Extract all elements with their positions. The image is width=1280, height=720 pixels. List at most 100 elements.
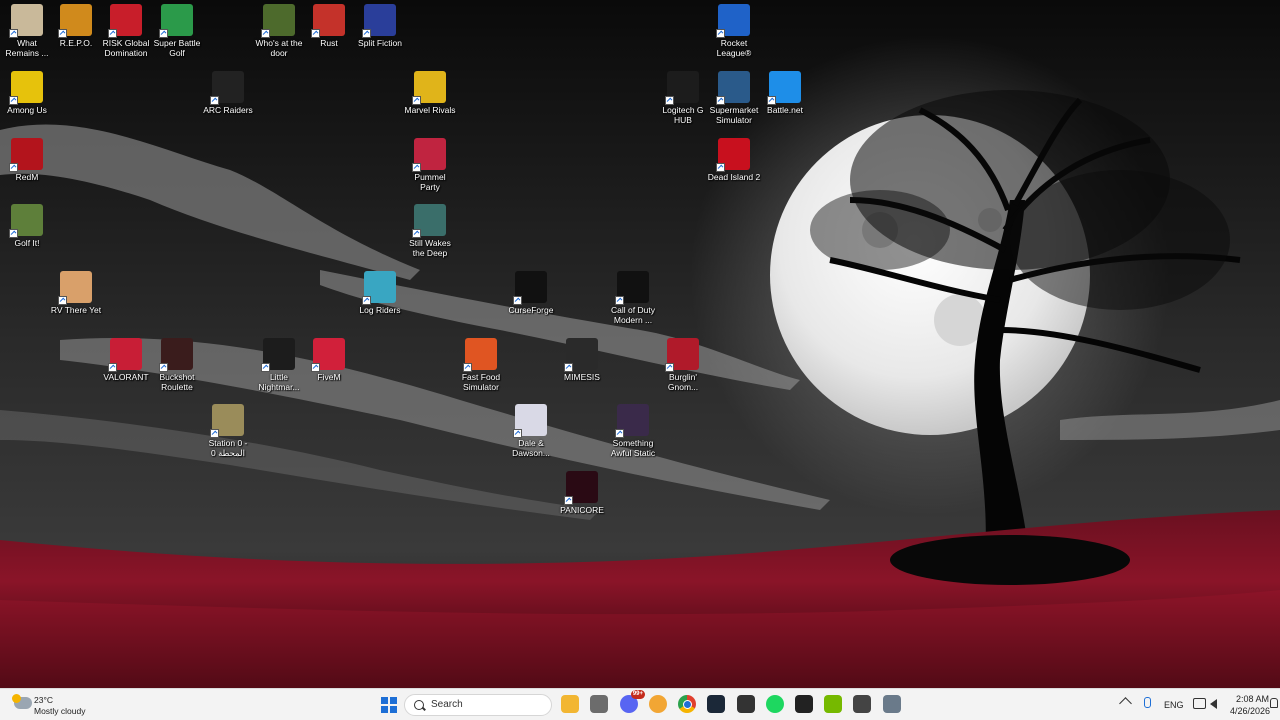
desktop-icon-golf-it[interactable]: Golf It!	[0, 204, 54, 248]
notification-bell-icon[interactable]	[1270, 698, 1278, 708]
desktop-icon-panicore[interactable]: PANICORE	[555, 471, 609, 515]
taskbar-game-app-icon[interactable]	[795, 695, 813, 713]
windows-logo-icon	[381, 697, 397, 713]
desktop-icon-little-nightmares[interactable]: Little Nightmar...	[252, 338, 306, 392]
what-remains-icon	[9, 4, 43, 38]
shortcut-arrow-icon	[615, 296, 624, 305]
shortcut-arrow-icon	[159, 363, 168, 372]
mimesis-icon	[564, 338, 598, 372]
desktop-icon-label: Split Fiction	[358, 38, 402, 48]
desktop-icon-curseforge[interactable]: CurseForge	[504, 271, 558, 315]
shortcut-arrow-icon	[108, 29, 117, 38]
shortcut-arrow-icon	[9, 229, 18, 238]
panicore-icon	[564, 471, 598, 505]
desktop-icon-redm[interactable]: RedM	[0, 138, 54, 182]
desktop-icon-cod[interactable]: Call of Duty Modern ...	[606, 271, 660, 325]
weather-temp: 23°C	[34, 695, 53, 705]
desktop-icon-station-0[interactable]: Station 0 - المحطة 0	[201, 404, 255, 458]
taskbar-chrome-icon[interactable]	[674, 691, 698, 715]
desktop-icon-label: Marvel Rivals	[404, 105, 456, 115]
taskbar-discord-icon[interactable]: 99+	[620, 690, 645, 713]
desktop-icon-rocket-league[interactable]: Rocket League®	[707, 4, 761, 58]
desktop-icon-label: Dale & Dawson...	[512, 438, 550, 458]
fast-food-icon	[463, 338, 497, 372]
valorant-icon	[108, 338, 142, 372]
taskbar-file-explorer-icon[interactable]	[561, 695, 579, 713]
desktop-icon-something-awful[interactable]: Something Awful Static	[606, 404, 660, 458]
desktop-icon-supermarket[interactable]: Supermarket Simulator	[707, 71, 761, 125]
desktop-icon-battlenet[interactable]: Battle.net	[758, 71, 812, 115]
desktop-icon-label: Rocket League®	[716, 38, 752, 58]
shortcut-arrow-icon	[463, 363, 472, 372]
desktop-icon-label: Station 0 - المحطة 0	[208, 438, 248, 458]
cod-icon	[615, 271, 649, 305]
shortcut-arrow-icon	[311, 29, 320, 38]
taskbar-search[interactable]: Search	[404, 694, 552, 716]
clock-date[interactable]: 4/26/2026	[1230, 706, 1270, 716]
weather-widget[interactable]: 23°C Mostly cloudy	[12, 692, 122, 718]
shortcut-arrow-icon	[210, 429, 219, 438]
still-wakes-icon	[412, 204, 446, 238]
language-indicator[interactable]: ENG	[1164, 700, 1184, 710]
desktop-icon-dead-island[interactable]: Dead Island 2	[707, 138, 761, 182]
taskbar-spotify-icon[interactable]	[766, 695, 784, 713]
desktop-icon-split-fiction[interactable]: Split Fiction	[353, 4, 407, 48]
rust-icon	[311, 4, 345, 38]
dale-dawson-icon	[513, 404, 547, 438]
desktop-icon-label: Battle.net	[767, 105, 803, 115]
desktop-icon-super-battle-golf[interactable]: Super Battle Golf	[150, 4, 204, 58]
station-0-icon	[210, 404, 244, 438]
desktop-icon-among-us[interactable]: Among Us	[0, 71, 54, 115]
shortcut-arrow-icon	[665, 96, 674, 105]
shortcut-arrow-icon	[615, 429, 624, 438]
taskbar-recorder-icon[interactable]	[853, 695, 871, 713]
desktop-icon-label: CurseForge	[508, 305, 554, 315]
desktop-icon-fast-food[interactable]: Fast Food Simulator	[454, 338, 508, 392]
desktop-icon-pummel-party[interactable]: Pummel Party	[403, 138, 457, 192]
supermarket-icon	[716, 71, 750, 105]
desktop-icon-dale-dawson[interactable]: Dale & Dawson...	[504, 404, 558, 458]
desktop-icon-label: Pummel Party	[414, 172, 446, 192]
shortcut-arrow-icon	[716, 96, 725, 105]
taskbar-discord-ptb-icon[interactable]	[649, 695, 667, 713]
shortcut-arrow-icon	[9, 29, 18, 38]
shortcut-arrow-icon	[665, 363, 674, 372]
desktop-icon-mimesis[interactable]: MIMESIS	[555, 338, 609, 382]
taskbar-settings-gear-icon[interactable]	[737, 695, 755, 713]
desktop-icon-marvel-rivals[interactable]: Marvel Rivals	[403, 71, 457, 115]
desktop-icon-label: MIMESIS	[564, 372, 600, 382]
desktop-icon-log-riders[interactable]: Log Riders	[353, 271, 407, 315]
show-hidden-icons-button[interactable]	[1119, 697, 1132, 710]
taskbar-steam-icon[interactable]	[707, 695, 725, 713]
taskbar-microsoft-store-icon[interactable]	[590, 695, 608, 713]
network-icon[interactable]	[1193, 698, 1206, 709]
desktop-icon-fivem[interactable]: FiveM	[302, 338, 356, 382]
desktop-icon-buckshot[interactable]: Buckshot Roulette	[150, 338, 204, 392]
desktop-icon-still-wakes[interactable]: Still Wakes the Deep	[403, 204, 457, 258]
taskbar-nvidia-icon[interactable]	[824, 695, 842, 713]
desktop-icon-label: Fast Food Simulator	[461, 372, 501, 392]
log-riders-icon	[362, 271, 396, 305]
shortcut-arrow-icon	[311, 363, 320, 372]
shortcut-arrow-icon	[9, 163, 18, 172]
repo-icon	[58, 4, 92, 38]
shortcut-arrow-icon	[210, 96, 219, 105]
taskbar-system-settings-icon[interactable]	[883, 695, 901, 713]
desktop-icon-label: Among Us	[7, 105, 47, 115]
volume-icon[interactable]	[1210, 699, 1217, 709]
shortcut-arrow-icon	[412, 96, 421, 105]
shortcut-arrow-icon	[108, 363, 117, 372]
desktop-icon-rv-there-yet[interactable]: RV There Yet	[49, 271, 103, 315]
burglin-icon	[665, 338, 699, 372]
microphone-icon[interactable]	[1144, 697, 1151, 708]
desktop-icon-what-remains[interactable]: What Remains ...	[0, 4, 54, 58]
desktop-icon-arc-raiders[interactable]: ARC Raiders	[201, 71, 255, 115]
rv-there-yet-icon	[58, 271, 92, 305]
desktop-icon-burglin[interactable]: Burglin' Gnom...	[656, 338, 710, 392]
desktop-icon-whos-at-the-door[interactable]: Who's at the door	[252, 4, 306, 58]
redm-icon	[9, 138, 43, 172]
desktop-icon-label: FiveM	[317, 372, 341, 382]
desktop-icon-label: PANICORE	[560, 505, 604, 515]
clock-time[interactable]: 2:08 AM	[1236, 694, 1269, 704]
start-button[interactable]	[381, 697, 397, 713]
